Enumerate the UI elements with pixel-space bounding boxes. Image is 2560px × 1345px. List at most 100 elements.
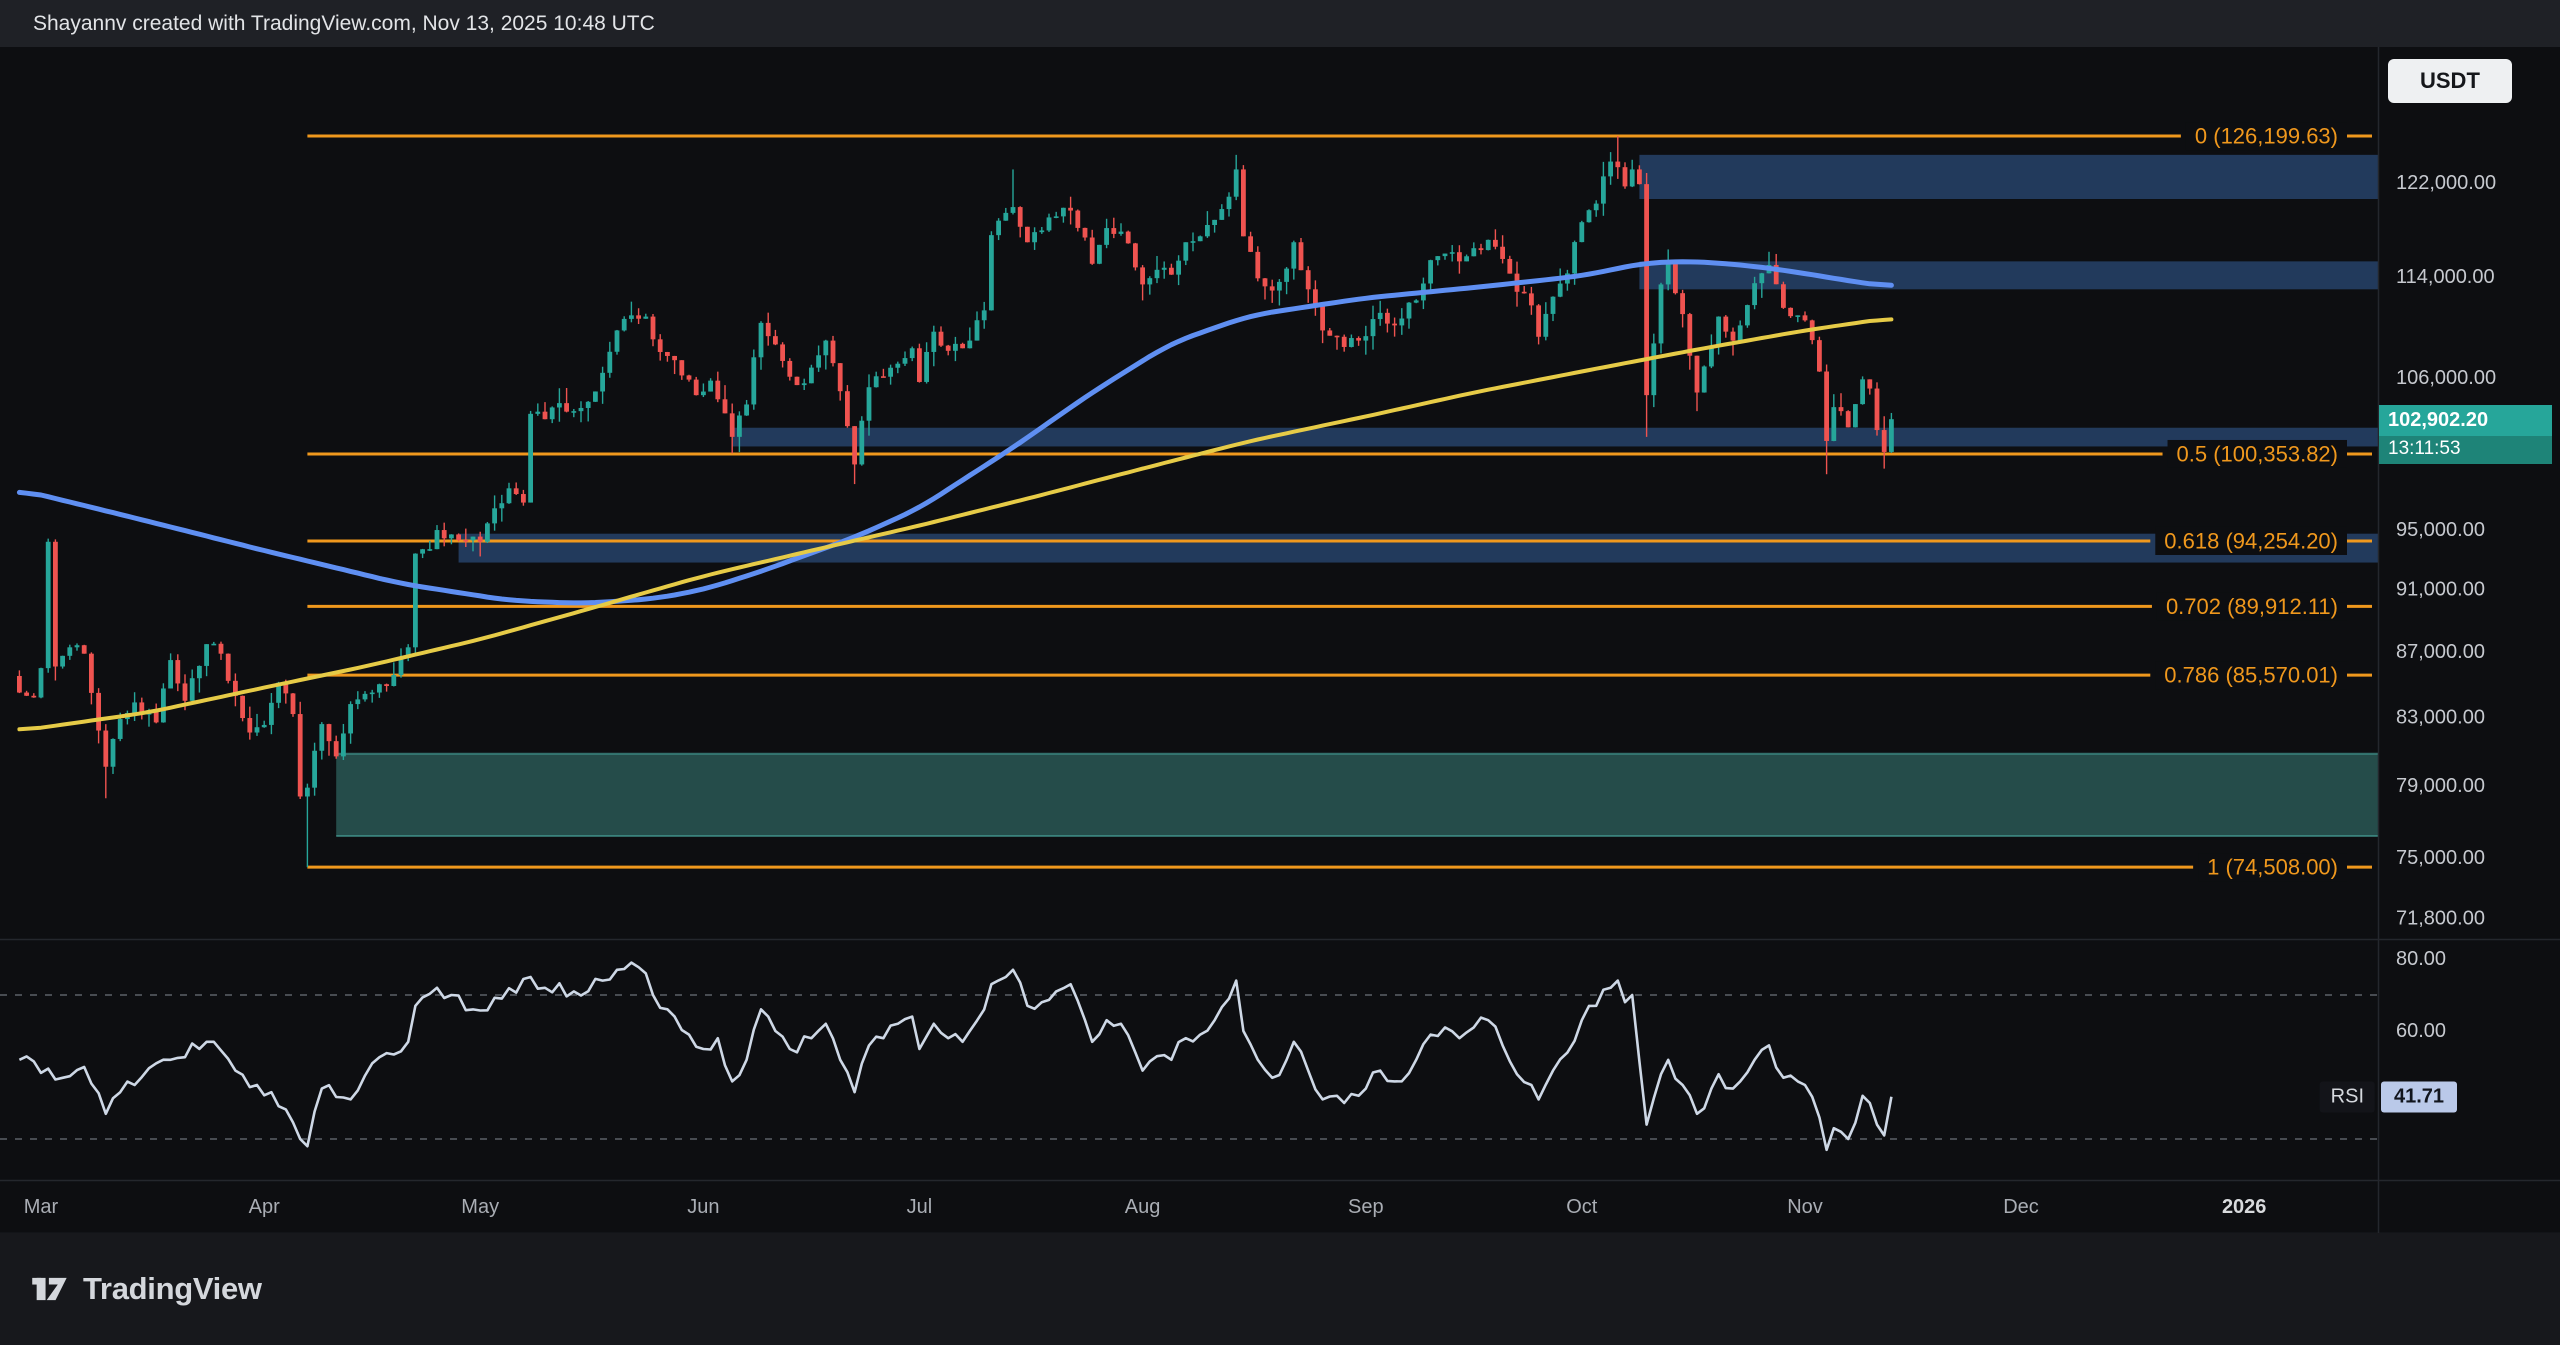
candle [1623, 162, 1628, 188]
price-axis-label: 106,000.00 [2396, 367, 2496, 389]
candle [1407, 302, 1412, 329]
candle [975, 311, 980, 340]
candle [1090, 230, 1095, 265]
rsi-axis-label: 60.00 [2396, 1020, 2446, 1042]
candle [1875, 382, 1880, 435]
fib-level-label[interactable]: 0.618 (94,254.20) [2164, 528, 2338, 553]
candle [903, 351, 908, 366]
price-axis-label: 83,000.00 [2396, 706, 2485, 728]
candle [910, 347, 915, 362]
time-axis-label[interactable]: Apr [249, 1196, 280, 1218]
candle [960, 343, 965, 349]
candle [1630, 160, 1635, 187]
candle [895, 362, 900, 374]
candle [1068, 197, 1073, 225]
candle [1075, 209, 1080, 231]
candle [1003, 208, 1008, 221]
time-axis-label[interactable]: 2026 [2222, 1196, 2267, 1218]
candle [1788, 307, 1793, 318]
candle [413, 553, 418, 656]
time-axis-label[interactable]: Aug [1125, 1196, 1161, 1218]
candle [420, 549, 425, 558]
candle [262, 721, 267, 728]
time-axis-label[interactable]: Sep [1348, 1196, 1384, 1218]
candle [672, 356, 677, 374]
candle [780, 342, 785, 367]
candle [1270, 280, 1275, 303]
currency-toggle-usdt[interactable]: USDT [2388, 59, 2512, 103]
time-axis-label[interactable]: Nov [1787, 1196, 1823, 1218]
candle [1450, 245, 1455, 261]
candle [600, 367, 605, 404]
candle [1745, 305, 1750, 328]
tradingview-logo[interactable]: TradingView [30, 1269, 262, 1309]
candle [1342, 335, 1347, 352]
candle [211, 642, 216, 645]
candle [1543, 302, 1548, 340]
candle [492, 495, 497, 530]
candle [1680, 290, 1685, 328]
fib-level-label[interactable]: 0.5 (100,353.82) [2177, 441, 2338, 466]
candle [1356, 336, 1361, 345]
fib-level-label[interactable]: 0.786 (85,570.01) [2164, 663, 2338, 688]
candle [240, 696, 245, 722]
candle [874, 372, 879, 388]
candle [1810, 320, 1815, 345]
candle [816, 345, 821, 371]
candle [679, 360, 684, 380]
candle [499, 495, 504, 522]
candle [384, 684, 389, 692]
candle [1227, 192, 1232, 216]
candle [687, 375, 692, 382]
fib-level-label[interactable]: 0.702 (89,912.11) [2166, 594, 2338, 619]
candle [370, 690, 375, 703]
zone-supply [732, 428, 2378, 447]
candle [1399, 308, 1404, 335]
fib-level-label[interactable]: 1 (74,508.00) [2207, 855, 2338, 880]
candle [1615, 136, 1620, 179]
time-axis-label[interactable]: Oct [1566, 1196, 1598, 1218]
candle [543, 402, 548, 419]
candle [1169, 264, 1174, 275]
candle [1176, 255, 1181, 285]
footer-bar: TradingView [0, 1233, 2560, 1345]
candle [1111, 218, 1116, 238]
candle [795, 377, 800, 386]
candle [111, 738, 116, 774]
time-axis-label[interactable]: Dec [2003, 1196, 2039, 1218]
candle [1378, 301, 1383, 326]
zone-supply [459, 534, 2378, 563]
candle [1457, 245, 1462, 273]
candle [694, 377, 699, 396]
fib-level-label[interactable]: 0 (126,199.63) [2195, 124, 2338, 149]
time-axis-label[interactable]: Mar [24, 1196, 59, 1218]
candle [1587, 209, 1592, 222]
candle [449, 534, 454, 544]
candle [615, 330, 620, 355]
candle [1147, 276, 1152, 294]
candle [946, 345, 951, 355]
rsi-indicator-label[interactable]: RSI [2320, 1081, 2375, 1112]
candle [197, 665, 202, 692]
time-axis-label[interactable]: Jul [907, 1196, 933, 1218]
price-axis-label: 95,000.00 [2396, 519, 2485, 541]
candle [953, 337, 958, 361]
time-axis-label[interactable]: May [461, 1196, 499, 1218]
candle [190, 670, 195, 702]
time-axis-label[interactable]: Jun [687, 1196, 719, 1218]
candle [1126, 231, 1131, 244]
candle [96, 688, 101, 743]
candle [334, 736, 339, 759]
candle [255, 714, 260, 736]
candle [1205, 211, 1210, 238]
candle [226, 653, 231, 683]
chart-canvas[interactable]: 0 (126,199.63) 0.5 (100,353.82) 0.618 (94,… [0, 0, 2560, 1345]
candle [103, 724, 108, 798]
candle [1673, 261, 1678, 294]
candle [607, 342, 612, 378]
candle [1716, 316, 1721, 354]
candle [759, 321, 764, 370]
candle [1687, 313, 1692, 370]
candle [1061, 208, 1066, 223]
candle [1277, 279, 1282, 305]
